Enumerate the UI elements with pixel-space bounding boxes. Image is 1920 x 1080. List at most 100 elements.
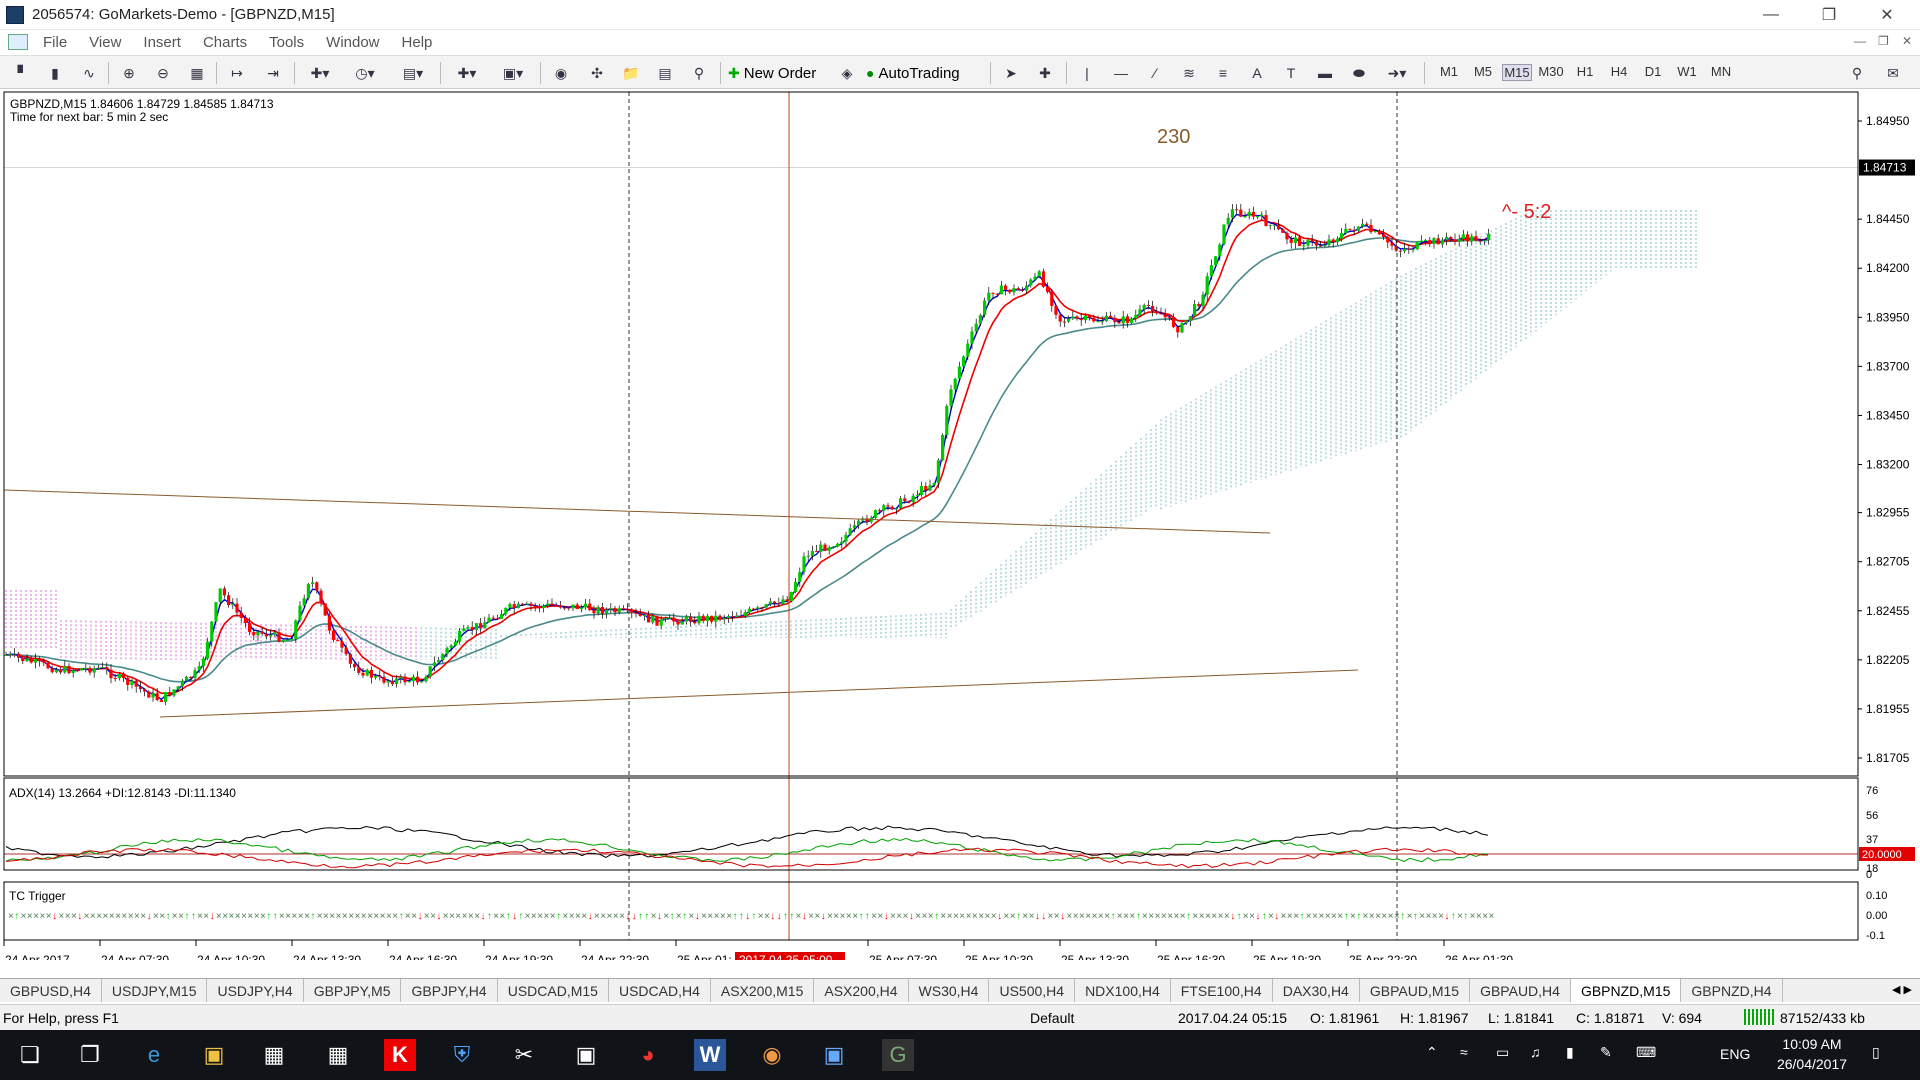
calculator-icon[interactable]: ▦ [322,1039,354,1071]
chat-icon[interactable]: ✉ [1880,62,1906,84]
trendline-icon[interactable]: ∕ [1144,62,1166,84]
menu-help[interactable]: Help [391,34,444,51]
new-order-button[interactable]: ✚ New Order [728,62,830,84]
mdi-close-icon[interactable]: ✕ [1902,34,1912,48]
restore-icon[interactable]: ❐ [1806,0,1852,30]
candlestick-icon[interactable]: ▮ [44,62,66,84]
zoom-in-icon[interactable]: ⊕ [118,62,140,84]
tab-usdcad-h4[interactable]: USDCAD,H4 [609,979,711,1002]
tab-gbpjpy-m5[interactable]: GBPJPY,M5 [304,979,402,1002]
tab-gbpnzd-h4[interactable]: GBPNZD,H4 [1681,979,1783,1002]
task-view-icon[interactable]: ❐ [74,1039,106,1071]
crosshair-icon[interactable]: ✚ [1034,62,1056,84]
fibonacci-icon[interactable]: ≡ [1212,62,1234,84]
menu-charts[interactable]: Charts [192,34,258,51]
tab-usdjpy-m15[interactable]: USDJPY,M15 [102,979,208,1002]
andrews-pitchfork-icon[interactable]: ≋ [1178,62,1200,84]
menu-tools[interactable]: Tools [258,34,315,51]
volume-icon[interactable]: ♫ [1530,1044,1541,1060]
search-icon[interactable]: ⚲ [1846,62,1868,84]
tab-ndx100-h4[interactable]: NDX100,H4 [1075,979,1171,1002]
tab-gbpusd-h4[interactable]: GBPUSD,H4 [0,979,102,1002]
timeframe-m1[interactable]: M1 [1434,64,1464,79]
battery-icon[interactable]: ▭ [1496,1044,1509,1061]
tab-asx200-h4[interactable]: ASX200,H4 [814,979,909,1002]
word-icon[interactable]: W [694,1039,726,1071]
terminal-icon[interactable]: ▤ [654,62,676,84]
tab-usdcad-m15[interactable]: USDCAD,M15 [498,979,609,1002]
mdi-restore-icon[interactable]: ❐ [1878,34,1889,48]
templates-icon[interactable]: ▤▾ [396,62,430,84]
tab-gbpjpy-h4[interactable]: GBPJPY,H4 [401,979,498,1002]
tab-ftse100-h4[interactable]: FTSE100,H4 [1171,979,1273,1002]
menu-window[interactable]: Window [315,34,390,51]
tile-windows-icon[interactable]: ▦ [186,62,208,84]
tab-us500-h4[interactable]: US500,H4 [989,979,1076,1002]
profiles-icon[interactable]: ▣▾ [496,62,530,84]
periods-icon[interactable]: ◷▾ [348,62,382,84]
snipping-tool-icon[interactable]: ✂ [508,1039,540,1071]
horizontal-line-icon[interactable]: — [1110,62,1132,84]
rectangle-icon[interactable]: ▬ [1314,62,1336,84]
clock-time[interactable]: 10:09 AM [1772,1036,1852,1052]
timeframe-mn[interactable]: MN [1706,64,1736,79]
autotrading-button[interactable]: ● AutoTrading [866,62,986,84]
timeframe-h1[interactable]: H1 [1570,64,1600,79]
timeframe-h4[interactable]: H4 [1604,64,1634,79]
network-app-icon[interactable]: ▣ [818,1039,850,1071]
zoom-out-icon[interactable]: ⊖ [152,62,174,84]
bar-chart-icon[interactable]: ▘ [12,62,34,84]
keyboard-icon[interactable]: ⌨ [1636,1044,1656,1061]
pen-icon[interactable]: ✎ [1600,1044,1612,1061]
start-icon[interactable]: ❏ [14,1039,46,1071]
store-icon[interactable]: ▦ [258,1039,290,1071]
chart-window[interactable]: × ↑ × × × × × ↓ × × × ↓ × × × × × × × × × × ↓ × × ↑ × × ↑ ↑ × × ↓ × × × × × × ×… [0,90,1920,960]
language-indicator[interactable]: ENG [1720,1046,1750,1062]
menu-insert[interactable]: Insert [132,34,192,51]
metatrader-icon[interactable]: G [882,1039,914,1071]
text-label-icon[interactable]: T [1280,62,1302,84]
new-chart-icon[interactable]: ✚▾ [450,62,484,84]
tab-gbpnzd-m15[interactable]: GBPNZD,M15 [1570,979,1682,1002]
timeframe-w1[interactable]: W1 [1672,64,1702,79]
line-chart-icon[interactable]: ∿ [78,62,100,84]
market-watch-icon[interactable]: ◉ [550,62,572,84]
arrows-icon[interactable]: ➜▾ [1380,62,1414,84]
cursor-icon[interactable]: ➤ [1000,62,1022,84]
metaeditor-icon[interactable]: ◈ [836,62,858,84]
mdi-minimize-icon[interactable]: — [1854,34,1866,48]
tab-gbpaud-h4[interactable]: GBPAUD,H4 [1470,979,1571,1002]
vertical-line-icon[interactable]: | [1076,62,1098,84]
text-icon[interactable]: A [1246,62,1268,84]
notifications-icon[interactable]: ▯ [1872,1044,1880,1061]
navigator-icon[interactable]: 📁 [620,62,642,84]
price-chart[interactable]: × ↑ × × × × × ↓ × × × ↓ × × × × × × × × × × ↓ × × ↑ × × ↑ ↑ × × ↓ × × × × × × ×… [0,90,1920,960]
file-explorer-icon[interactable]: ▣ [198,1039,230,1071]
power-icon[interactable]: ▮ [1566,1044,1574,1061]
chart-shift-icon[interactable]: ⇥ [262,62,284,84]
minimize-icon[interactable]: — [1748,0,1794,30]
timeframe-d1[interactable]: D1 [1638,64,1668,79]
camera-icon[interactable]: ▣ [570,1039,602,1071]
tab-asx200-m15[interactable]: ASX200,M15 [711,979,815,1002]
tab-usdjpy-h4[interactable]: USDJPY,H4 [207,979,304,1002]
tab-dax30-h4[interactable]: DAX30,H4 [1273,979,1360,1002]
chrome-icon[interactable]: ◉ [756,1039,788,1071]
tab-scroll-arrows-icon[interactable]: ◀ ▶ [1892,983,1912,996]
chart-app-icon[interactable]: ◕ [632,1039,664,1071]
clock-date[interactable]: 26/04/2017 [1772,1056,1852,1072]
timeframe-m30[interactable]: M30 [1536,64,1566,79]
ellipse-icon[interactable]: ⬬ [1348,62,1370,84]
timeframe-m15[interactable]: M15 [1502,64,1532,81]
timeframe-m5[interactable]: M5 [1468,64,1498,79]
kaspersky-icon[interactable]: K [384,1039,416,1071]
close-icon[interactable]: ✕ [1864,0,1910,30]
menu-view[interactable]: View [78,34,132,51]
autoscroll-icon[interactable]: ↦ [226,62,248,84]
strategy-tester-icon[interactable]: ⚲ [688,62,710,84]
data-window-icon[interactable]: ✣ [586,62,608,84]
shield-icon[interactable]: ⛨ [446,1039,478,1071]
tab-gbpaud-m15[interactable]: GBPAUD,M15 [1360,979,1471,1002]
menu-file[interactable]: File [32,34,78,51]
wifi-icon[interactable]: ≈ [1460,1044,1468,1060]
